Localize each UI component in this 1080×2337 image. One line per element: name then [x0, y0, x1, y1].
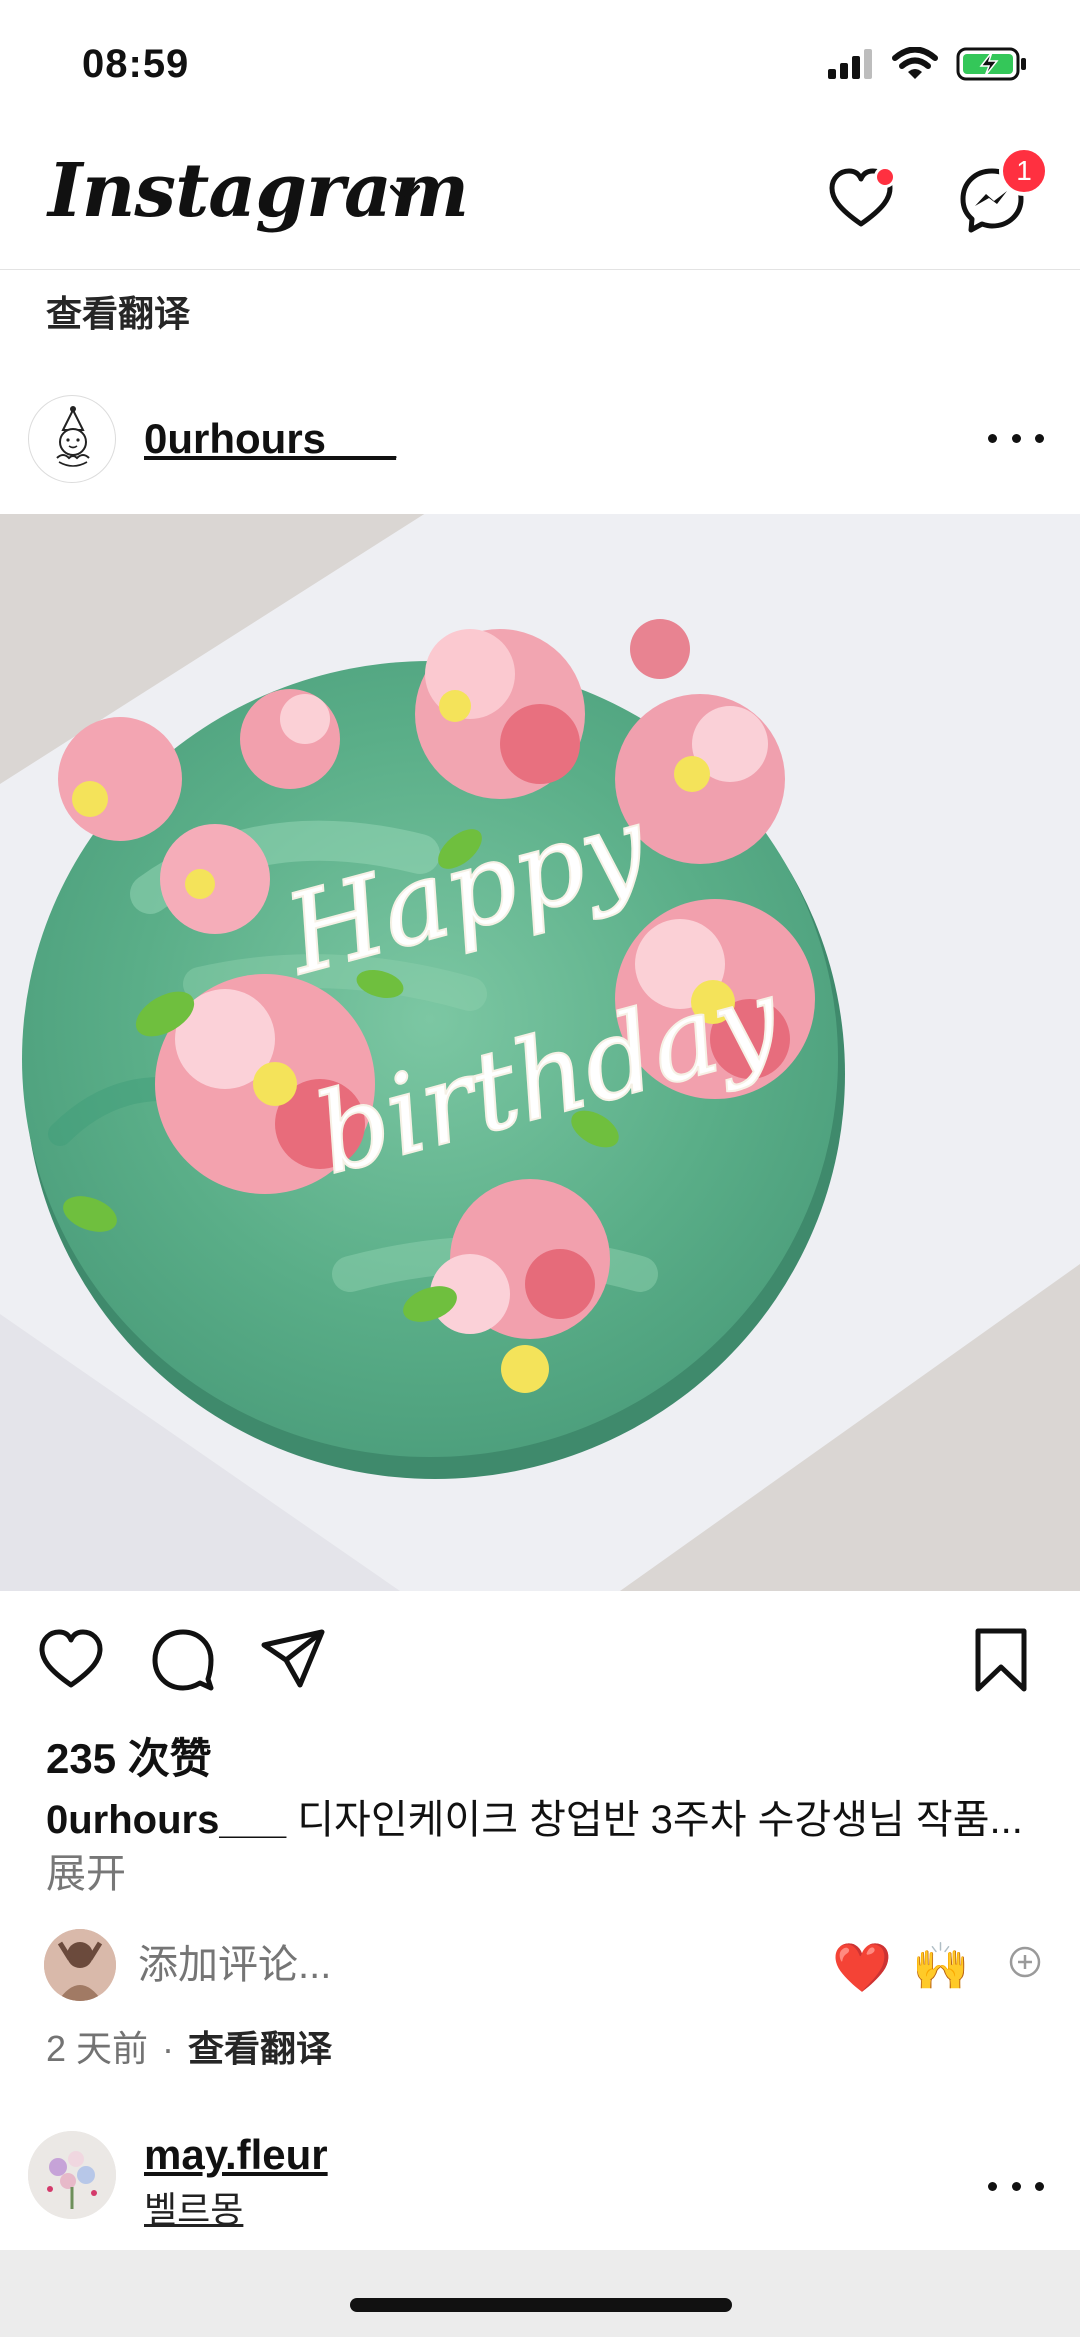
- post-actions: [0, 1625, 1080, 1705]
- more-dot-icon: [988, 433, 997, 443]
- post-meta: 2 天前 · 查看翻译: [46, 2020, 332, 2072]
- user-photo: [44, 1929, 116, 2001]
- caption-expand-link[interactable]: 展开: [46, 1852, 126, 1896]
- comment-input[interactable]: [138, 1943, 738, 1988]
- comment-icon[interactable]: [148, 1625, 218, 1695]
- notifications-button[interactable]: [822, 158, 902, 238]
- flower-decoration: [630, 619, 690, 679]
- avatar[interactable]: [28, 395, 116, 483]
- cellular-signal-icon: [828, 49, 872, 79]
- app-header: Instagram 1: [0, 130, 1080, 270]
- notification-dot: [874, 166, 896, 188]
- more-dot-icon: [988, 2181, 997, 2191]
- add-emoji-icon[interactable]: [1008, 1945, 1042, 1979]
- wifi-icon: [892, 47, 938, 79]
- add-comment-row: ❤️ 🙌: [0, 1925, 1080, 2005]
- more-dot-icon: [1035, 433, 1044, 443]
- flower-decoration: [240, 689, 340, 789]
- status-icons: [826, 46, 1028, 82]
- flower-decoration: [58, 717, 182, 841]
- more-dot-icon: [1035, 2181, 1044, 2191]
- cake-photo: Happy birthday: [0, 514, 1080, 1591]
- post-time: 2 天前: [46, 2028, 149, 2069]
- next-post-image[interactable]: [0, 2250, 1080, 2337]
- caption-text: 디자인케이크 창업반 3주차 수강생님 작품...: [286, 1798, 1023, 1842]
- next-post-location[interactable]: 벨르몽: [144, 2181, 243, 2233]
- post-image[interactable]: Happy birthday: [0, 514, 1080, 1591]
- see-translation-link[interactable]: 查看翻译: [188, 2028, 332, 2069]
- chevron-down-icon[interactable]: [388, 182, 422, 206]
- next-post-more-button[interactable]: [988, 2171, 1044, 2201]
- my-avatar: [44, 1929, 116, 2001]
- share-icon[interactable]: [258, 1625, 328, 1695]
- status-bar: 08:59: [0, 0, 1080, 130]
- bookmark-icon[interactable]: [966, 1625, 1036, 1695]
- quick-emoji-heart[interactable]: ❤️: [832, 1939, 892, 1996]
- see-translation-link[interactable]: 查看翻译: [46, 285, 190, 337]
- status-time: 08:59: [82, 42, 190, 86]
- caption-username[interactable]: 0urhours___: [46, 1798, 286, 1842]
- like-count[interactable]: 235 次赞: [46, 1725, 212, 1786]
- quick-emoji-raised-hands[interactable]: 🙌: [912, 1939, 969, 1994]
- clown-avatar-illustration: [56, 406, 90, 467]
- flower-bouquet-avatar: [28, 2131, 116, 2219]
- more-dot-icon: [1011, 2181, 1021, 2191]
- more-dot-icon: [1011, 433, 1021, 443]
- next-post-username[interactable]: may.fleur: [144, 2131, 328, 2179]
- post-header: 0urhours___: [0, 385, 1080, 505]
- post-more-button[interactable]: [988, 423, 1044, 453]
- caption: 0urhours___ 디자인케이크 창업반 3주차 수강생님 작품... 展开: [46, 1793, 1036, 1901]
- meta-separator: ·: [162, 2028, 175, 2069]
- avatar[interactable]: [28, 2131, 116, 2219]
- next-post-header: may.fleur 벨르몽: [0, 2125, 1080, 2245]
- home-indicator[interactable]: [350, 2298, 732, 2312]
- flower-decoration: [160, 824, 270, 934]
- like-heart-icon[interactable]: [36, 1625, 106, 1695]
- messenger-button[interactable]: 1: [955, 146, 1049, 238]
- battery-charging-icon: [956, 47, 1026, 81]
- flower-decoration: [415, 629, 585, 799]
- post-username[interactable]: 0urhours___: [144, 415, 396, 463]
- message-count-badge: 1: [999, 146, 1049, 196]
